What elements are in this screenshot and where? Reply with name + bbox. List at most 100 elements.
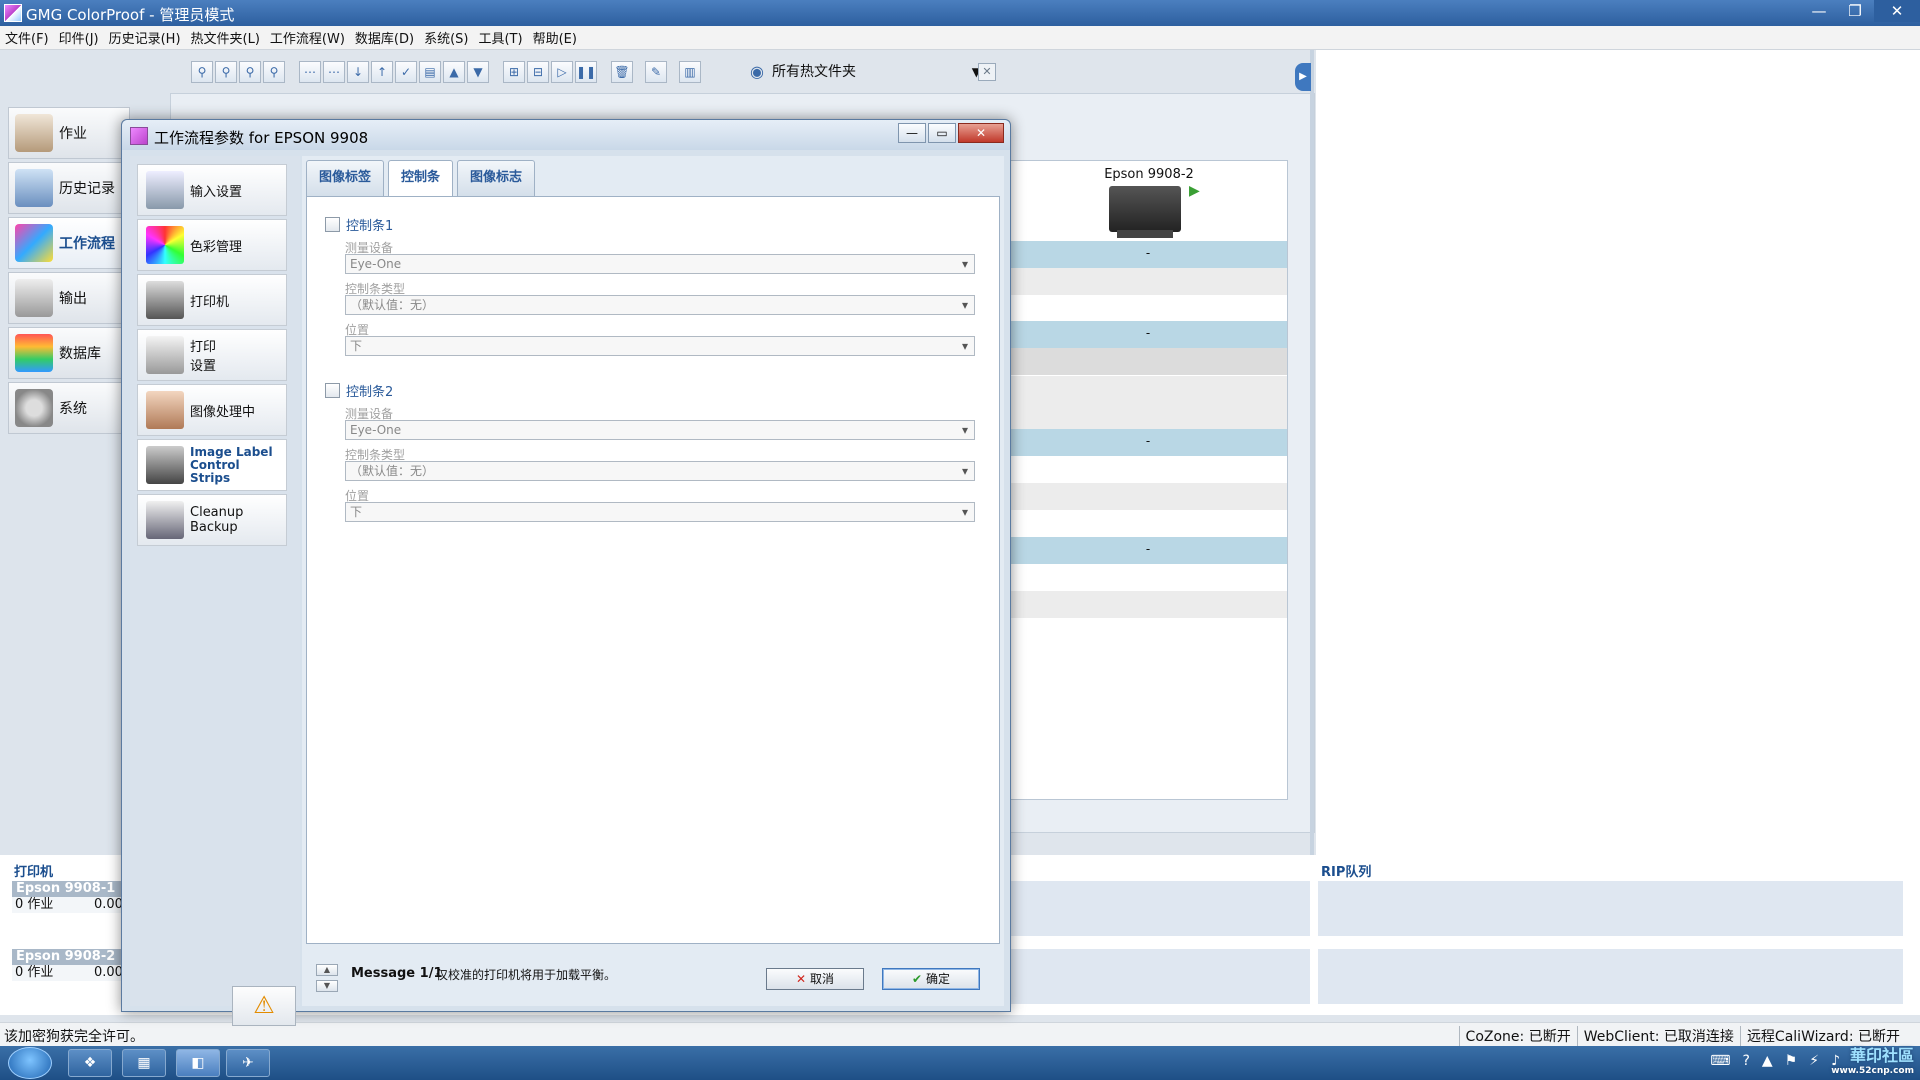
sidebar-item-print-settings[interactable]: 打印 设置 <box>137 329 287 381</box>
control-strip-2-checkbox[interactable] <box>325 383 340 398</box>
play-icon[interactable]: ▶ <box>1189 183 1200 199</box>
sidebar-item-input-settings[interactable]: 输入设置 <box>137 164 287 216</box>
sidebar-item-color-management[interactable]: 色彩管理 <box>137 219 287 271</box>
message-next-icon[interactable]: ▼ <box>316 980 338 992</box>
sidebar-item-control-strips[interactable]: Image Label Control Strips <box>137 439 287 491</box>
menu-file[interactable]: 文件(F) <box>0 28 54 47</box>
dialog-maximize-icon[interactable]: ▭ <box>928 123 956 143</box>
watermark-logo: 華印社區 www.52cnp.com <box>1794 1046 1914 1080</box>
tool-play-icon[interactable]: ▷ <box>551 61 573 83</box>
sidebar-item-image-processing[interactable]: 图像处理中 <box>137 384 287 436</box>
tool-unlink-icon[interactable]: ⚲ <box>215 61 237 83</box>
help-icon[interactable]: ? <box>1742 1053 1749 1069</box>
tool-queue-all-icon[interactable]: ⋯ <box>323 61 345 83</box>
input-settings-icon <box>146 171 184 209</box>
watermark-url: www.52cnp.com <box>1831 1066 1914 1076</box>
tool-download-icon[interactable]: ↓ <box>347 61 369 83</box>
menu-tools[interactable]: 工具(T) <box>473 28 527 47</box>
nav-item-history[interactable]: 历史记录 <box>8 162 130 214</box>
printer-image-icon <box>1109 186 1181 238</box>
panel-expand-icon[interactable]: ▶ <box>1295 63 1311 91</box>
menu-hotfolder[interactable]: 热文件夹(L) <box>186 28 265 47</box>
menu-help[interactable]: 帮助(E) <box>528 28 582 47</box>
tool-upload-icon[interactable]: ↑ <box>371 61 393 83</box>
nav-item-jobs[interactable]: 作业 <box>8 107 130 159</box>
caliwizard-status: 远程CaliWizard: 已断开 <box>1739 1026 1906 1046</box>
nav-item-workflow[interactable]: 工作流程 <box>8 217 130 269</box>
maximize-icon[interactable]: ❐ <box>1838 0 1872 22</box>
control-strip-1-group: 控制条1 测量设备 Eye-One 控制条类型 （默认值：无） 位置 下 <box>325 215 975 356</box>
hotfolder-select-value: 所有热文件夹 <box>772 64 856 80</box>
printer-row-value: - <box>1145 246 1151 260</box>
strip-type-select[interactable]: （默认值：无） <box>345 295 975 315</box>
tab-control-strip[interactable]: 控制条 <box>388 160 454 197</box>
tool-check-icon[interactable]: ✓ <box>395 61 417 83</box>
keyboard-icon[interactable]: ⌨ <box>1710 1053 1730 1069</box>
sidebar-item-cleanup-backup[interactable]: Cleanup Backup <box>137 494 287 546</box>
taskbar-colorproof-icon[interactable]: ◧ <box>176 1049 220 1077</box>
tool-link-icon[interactable]: ⚲ <box>191 61 213 83</box>
tool-collapse-icon[interactable]: ⊟ <box>527 61 549 83</box>
ok-button[interactable]: ✔ 确定 <box>882 968 980 990</box>
device-select[interactable]: Eye-One <box>345 254 975 274</box>
printer-card[interactable]: Epson 9908-2 ▶ - - - - <box>1008 160 1288 800</box>
printer-row <box>1009 591 1287 618</box>
start-button[interactable] <box>8 1047 52 1079</box>
nav-item-label: 输出 <box>59 291 87 307</box>
tool-columns-icon[interactable]: ▥ <box>679 61 701 83</box>
tool-up-icon[interactable]: ▲ <box>443 61 465 83</box>
workflow-icon <box>15 224 53 262</box>
close-icon[interactable]: ✕ <box>1874 0 1920 22</box>
tool-pause-icon[interactable]: ❚❚ <box>575 61 597 83</box>
nav-item-system[interactable]: 系统 <box>8 382 130 434</box>
taskbar-explorer-icon[interactable]: ❖ <box>68 1049 112 1077</box>
cancel-button[interactable]: ✕ 取消 <box>766 968 864 990</box>
nav-item-label: 历史记录 <box>59 181 115 197</box>
tab-image-label[interactable]: 图像标签 <box>306 160 385 196</box>
strip-type-select[interactable]: （默认值：无） <box>345 461 975 481</box>
splitter[interactable] <box>1310 50 1314 855</box>
taskbar-spreadsheet-icon[interactable]: ▦ <box>122 1049 166 1077</box>
tool-delete-icon[interactable]: 🗑 <box>611 61 633 83</box>
menu-jobs[interactable]: 印件(J) <box>54 28 104 47</box>
printer-row <box>1009 268 1287 295</box>
control-strip-1-checkbox-row[interactable]: 控制条1 <box>325 215 975 234</box>
position-select[interactable]: 下 <box>345 336 975 356</box>
nav-item-output[interactable]: 输出 <box>8 272 130 324</box>
tool-stack-icon[interactable]: ▤ <box>419 61 441 83</box>
printer-row: - <box>1009 241 1287 268</box>
dialog-title-bar[interactable]: 工作流程参数 for EPSON 9908 — ▭ ✕ <box>122 120 1010 150</box>
control-strip-1-checkbox[interactable] <box>325 217 340 232</box>
printer-status-1[interactable]: Epson 9908-1 0 作业 0.00 <box>12 881 123 913</box>
menu-system[interactable]: 系统(S) <box>419 28 473 47</box>
sidebar-item-printer[interactable]: 打印机 <box>137 274 287 326</box>
jobs-count: 0 作业 <box>15 965 54 980</box>
nav-item-database[interactable]: 数据库 <box>8 327 130 379</box>
tool-edit-icon[interactable]: ✎ <box>645 61 667 83</box>
minimize-icon[interactable]: — <box>1802 0 1836 22</box>
control-strip-2-checkbox-row[interactable]: 控制条2 <box>325 381 975 400</box>
message-counter: Message 1/1 <box>351 966 443 981</box>
hotfolder-select[interactable]: 所有热文件夹 ▼ <box>770 61 985 83</box>
tool-edit-link-icon[interactable]: ⚲ <box>263 61 285 83</box>
dialog-close-icon[interactable]: ✕ <box>958 123 1004 143</box>
tool-add-link-icon[interactable]: ⚲ <box>239 61 261 83</box>
dialog-minimize-icon[interactable]: — <box>898 123 926 143</box>
menu-history[interactable]: 历史记录(H) <box>104 28 186 47</box>
control-strip-1-label: 控制条1 <box>346 219 394 234</box>
message-prev-icon[interactable]: ▲ <box>316 964 338 976</box>
taskbar-tool-icon[interactable]: ✈ <box>226 1049 270 1077</box>
check-icon: ✔ <box>912 972 923 986</box>
tool-queue-icon[interactable]: ⋯ <box>299 61 321 83</box>
device-select[interactable]: Eye-One <box>345 420 975 440</box>
tab-image-logo[interactable]: 图像标志 <box>457 160 536 196</box>
warning-icon[interactable]: ⚠ <box>232 986 296 1026</box>
tool-expand-icon[interactable]: ⊞ <box>503 61 525 83</box>
position-select[interactable]: 下 <box>345 502 975 522</box>
tool-down-icon[interactable]: ▼ <box>467 61 489 83</box>
menu-workflow[interactable]: 工作流程(W) <box>265 28 350 47</box>
tray-expand-icon[interactable]: ▲ <box>1762 1053 1773 1069</box>
menu-database[interactable]: 数据库(D) <box>350 28 419 47</box>
clear-filter-icon[interactable]: ✕ <box>978 63 996 81</box>
printer-status-2[interactable]: Epson 9908-2 0 作业 0.00 <box>12 949 123 981</box>
